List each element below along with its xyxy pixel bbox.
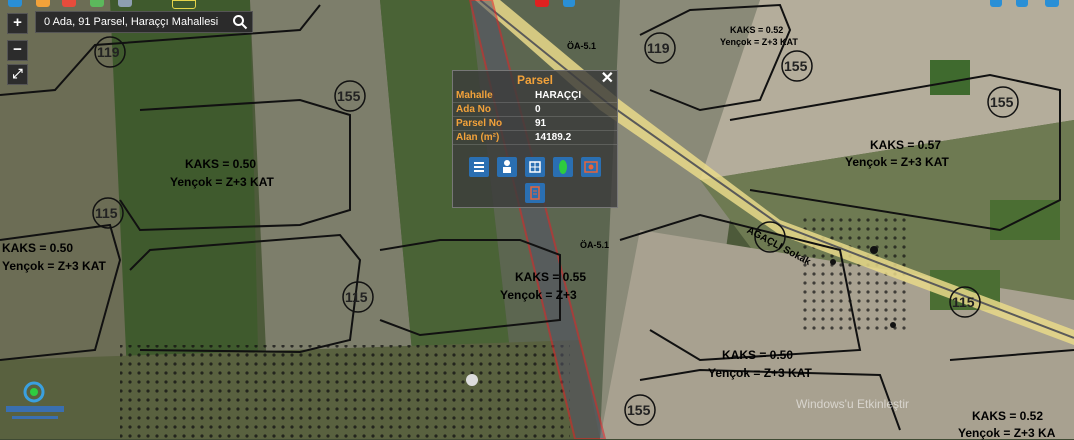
info-row: Parsel No 91 (453, 117, 617, 131)
zoom-out-button[interactable]: − (7, 40, 28, 61)
toolbar-button[interactable] (1016, 0, 1028, 7)
toolbar-button[interactable] (563, 0, 575, 7)
info-row: Mahalle HARAÇÇI (453, 89, 617, 103)
info-label: Ada No (456, 104, 491, 115)
popup-title: Parsel ✕ (453, 71, 617, 89)
search-icon[interactable] (232, 14, 248, 30)
zoning-kaks-label: KAKS = 0.50 (722, 348, 794, 362)
info-value: 91 (535, 118, 547, 129)
zoning-yencok-label: Yençok = Z+3 KA (958, 426, 1056, 440)
info-row: Alan (m²) 14189.2 (453, 131, 617, 145)
parcel-number-label: 155 (627, 402, 651, 418)
company-logo (4, 378, 66, 434)
zoning-yencok-label: Yençok = Z+3 (500, 288, 577, 302)
top-toolbar (0, 0, 1074, 9)
parcel-number-label: 155 (337, 88, 361, 104)
zoning-kaks-label: KAKS = 0.55 (515, 270, 587, 284)
toolbar-button[interactable] (118, 0, 132, 7)
zoom-in-button[interactable]: + (7, 13, 28, 34)
activation-watermark: Windows'u Etkinleştir (796, 397, 909, 411)
building-icon[interactable] (525, 157, 545, 177)
zoning-yencok-label: Yençok = Z+3 KAT (708, 366, 812, 380)
toolbar-button[interactable] (62, 0, 76, 7)
zoning-kaks-label: KAKS = 0.50 (2, 241, 74, 255)
parcel-number-label: 155 (990, 94, 1014, 110)
parcel-number-label: 115 (952, 294, 975, 310)
toolbar-button[interactable] (36, 0, 50, 7)
search-box[interactable]: 0 Ada, 91 Parsel, Haraççı Mahallesi (35, 11, 253, 33)
photo-icon[interactable] (581, 157, 601, 177)
satellite-map[interactable] (0, 0, 1074, 439)
toolbar-button[interactable] (8, 0, 22, 7)
zoning-yencok-label: Yençok = Z+3 KAT (170, 175, 274, 189)
zoning-yencok-label: Yençok = Z+3 KAT (845, 155, 949, 169)
parcel-number-label: 119 (647, 40, 670, 56)
toolbar-button[interactable] (90, 0, 104, 7)
info-label: Alan (m²) (456, 132, 500, 143)
person-icon[interactable] (497, 157, 517, 177)
info-label: Parsel No (456, 118, 503, 129)
close-icon[interactable]: ✕ (601, 71, 614, 87)
leaf-icon[interactable] (553, 157, 573, 177)
info-value: 14189.2 (535, 132, 572, 143)
parcel-number-label: 155 (784, 58, 808, 74)
zoning-kaks-label: KAKS = 0.50 (185, 157, 257, 171)
zoning-yencok-label: Yençok = Z+3 KAT (2, 259, 106, 273)
parcel-number-label: 119 (97, 44, 120, 60)
zoning-oa-label: ÖA-5.1 (580, 240, 610, 250)
toolbar-button[interactable] (535, 0, 549, 7)
search-input[interactable]: 0 Ada, 91 Parsel, Haraççı Mahallesi (44, 16, 218, 28)
toolbar-button[interactable] (172, 0, 196, 9)
parcel-number-label: 115 (345, 289, 368, 305)
toolbar-button[interactable] (1045, 0, 1059, 7)
popup-title-text: Parsel (516, 73, 554, 87)
zoning-oa-label: ÖA-5.1 (567, 41, 597, 51)
fullscreen-button[interactable]: ⤢ (7, 64, 28, 85)
zoning-kaks-label: KAKS = 0.57 (870, 138, 942, 152)
parcel-number-label: 115 (95, 205, 118, 221)
zoning-kaks-label: KAKS = 0.52 (972, 409, 1044, 423)
zoning-kaks-label: KAKS = 0.52 (730, 25, 784, 35)
info-label: Mahalle (456, 90, 493, 101)
list-icon[interactable] (469, 157, 489, 177)
document-icon[interactable] (525, 183, 545, 203)
info-value: 0 (535, 104, 541, 115)
parcel-info-popup: Parsel ✕ Mahalle HARAÇÇI Ada No 0 Parsel… (452, 70, 618, 208)
toolbar-button[interactable] (990, 0, 1002, 7)
zoning-yencok-label: Yençok = Z+3 KAT (720, 37, 798, 47)
info-row: Ada No 0 (453, 103, 617, 117)
info-value: HARAÇÇI (535, 90, 582, 101)
